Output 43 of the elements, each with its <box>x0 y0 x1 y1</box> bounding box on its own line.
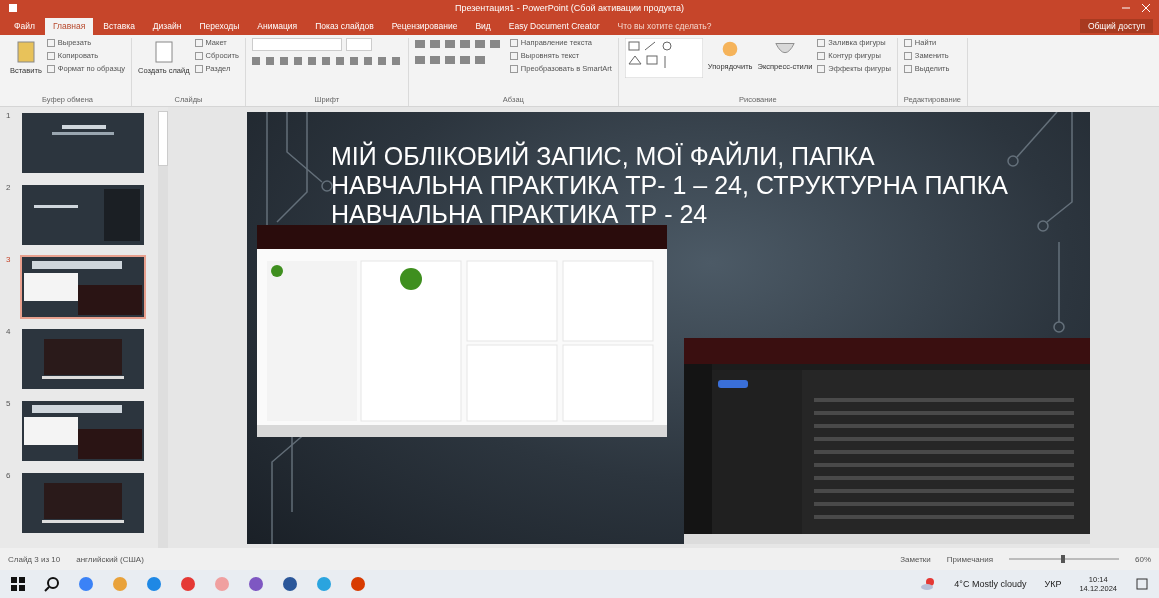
ribbon-tab[interactable]: Вид <box>467 18 499 35</box>
app-icon[interactable] <box>282 576 298 592</box>
notification-icon[interactable] <box>1135 577 1149 591</box>
slide-title[interactable]: МІЙ ОБЛІКОВИЙ ЗАПИС, МОЇ ФАЙЛИ, ПАПКА НАВЧАЛЬНА ПРАКТИКА ТР- 1 – 24, СТРУКТУРНА ПАПКА НАВЧАЛЬНА ПРАКТИКА ТР - 24 <box>331 141 1011 229</box>
zoom-level[interactable]: 60% <box>1135 554 1151 564</box>
slide-number: 4 <box>6 327 12 338</box>
weather-icon <box>920 576 937 592</box>
slide-number: 5 <box>6 399 12 410</box>
save-icon[interactable] <box>8 2 18 13</box>
zoom-slider-drawing[interactable] <box>1009 554 1119 564</box>
notes-button[interactable]: Заметки <box>900 554 931 564</box>
ribbon-tab[interactable]: Анимация <box>249 18 306 35</box>
app-icon[interactable] <box>180 576 196 592</box>
search-icon[interactable] <box>44 576 60 592</box>
weather-text[interactable]: 4°C Mostly cloudy <box>954 579 1027 589</box>
app-icon[interactable] <box>146 576 162 592</box>
app-icon[interactable] <box>248 576 264 592</box>
ribbon-tab[interactable]: Файл <box>6 18 43 35</box>
window-title: Презентация1 - PowerPoint (Сбой активации продукта) <box>453 2 686 13</box>
share-button[interactable]: Общий доступ <box>1079 19 1153 33</box>
slide-number: 3 <box>6 255 12 266</box>
app-icon[interactable] <box>350 576 366 592</box>
close-icon[interactable] <box>1141 2 1151 13</box>
ribbon-tab[interactable]: Вставка <box>95 18 143 35</box>
tell-me-field[interactable]: Что вы хотите сделать? <box>609 18 720 35</box>
slide-number: 6 <box>6 471 12 482</box>
font-size-field[interactable] <box>345 38 372 51</box>
ribbon-tab[interactable]: Главная <box>44 18 94 35</box>
windows-start-icon[interactable] <box>10 576 26 592</box>
slide-number: 1 <box>6 111 12 122</box>
language-indicator[interactable]: английский (США) <box>76 554 144 564</box>
font-name-field[interactable] <box>251 38 342 51</box>
ribbon-tab[interactable]: Дизайн <box>144 18 190 35</box>
slide-number: 2 <box>6 183 12 194</box>
comments-button[interactable]: Примечания <box>946 554 993 564</box>
slide-counter: Слайд 3 из 10 <box>8 554 61 564</box>
scrollbar[interactable] <box>158 111 168 548</box>
app-icon[interactable] <box>78 576 94 592</box>
input-language[interactable]: УКР <box>1044 579 1062 589</box>
ribbon-tab[interactable]: Показ слайдов <box>307 18 382 35</box>
ribbon-tab[interactable]: Рецензирование <box>383 18 466 35</box>
ribbon-tab[interactable]: Переходы <box>191 18 248 35</box>
ribbon-tab[interactable]: Easy Document Creator <box>500 18 608 35</box>
